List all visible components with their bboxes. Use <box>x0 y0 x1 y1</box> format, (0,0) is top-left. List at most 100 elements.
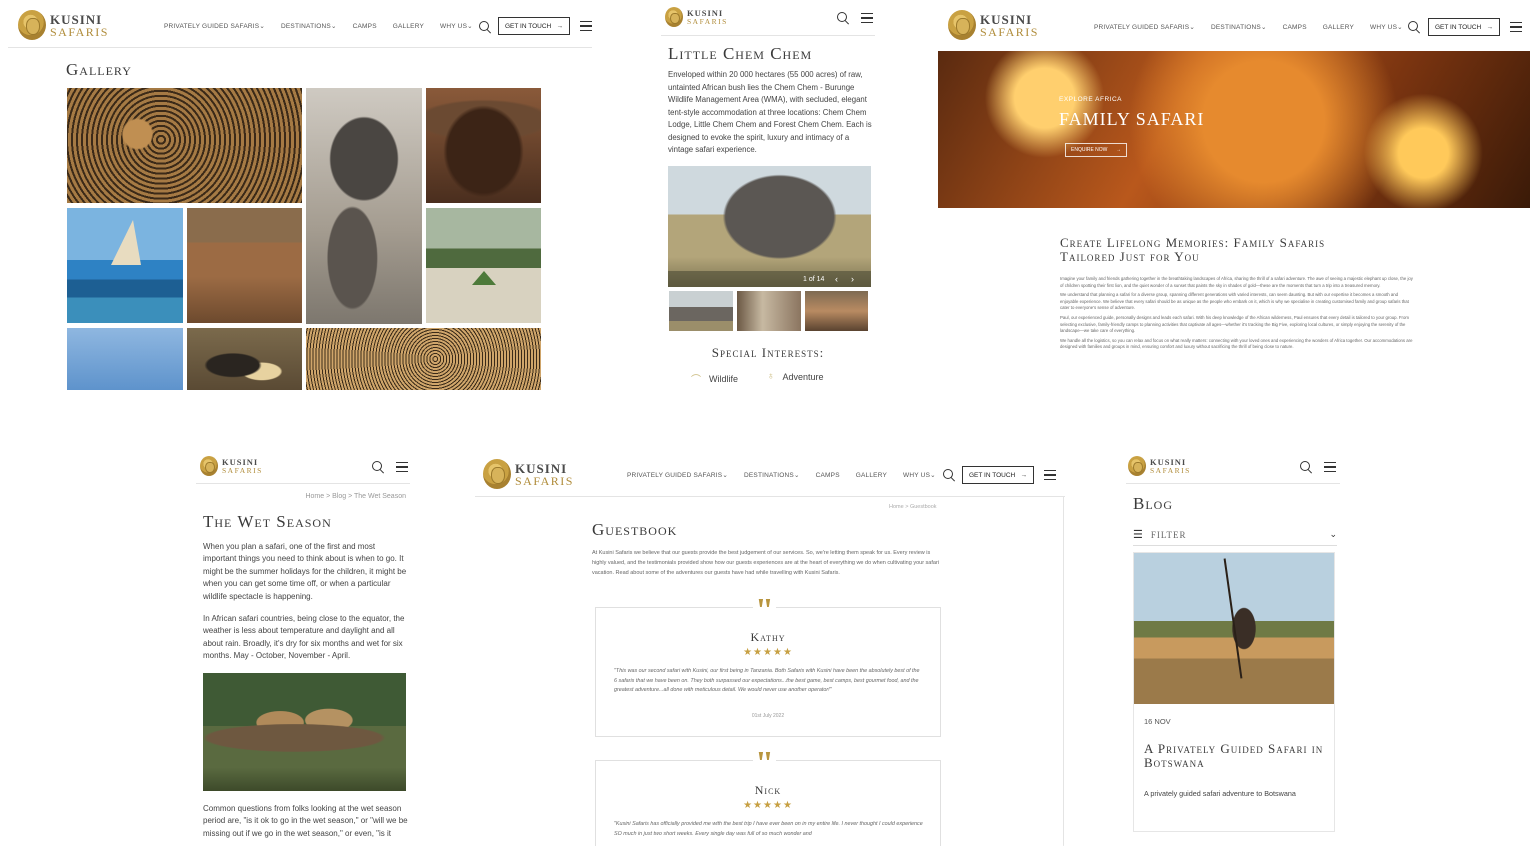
guestbook-panel: KUSINI SAFARIS PRIVATELY GUIDED SAFARIS⌄… <box>467 450 1070 846</box>
gallery-photo-dhow[interactable] <box>67 208 183 323</box>
lion-logo-icon <box>483 459 511 489</box>
quote-icon: " <box>753 592 776 629</box>
nav-item-why-us[interactable]: WHY US⌄ <box>440 22 473 30</box>
search-icon[interactable] <box>1408 21 1420 33</box>
page-title: Guestbook <box>592 520 678 539</box>
hero-kicker: EXPLORE AFRICA <box>1059 96 1122 103</box>
arrow-right-icon: → <box>556 22 564 30</box>
nav-item-gallery[interactable]: GALLERY <box>856 472 887 479</box>
arrow-right-icon: → <box>1116 147 1121 153</box>
star-rating: ★★★★★ <box>743 647 793 658</box>
gallery-panel: KUSINI SAFARIS PRIVATELY GUIDED SAFARIS⌄… <box>0 0 600 396</box>
filter-label: FILTER <box>1150 529 1187 540</box>
family-paragraph: We handle all the logistics, so you can … <box>1060 337 1413 350</box>
camp-photo-slider[interactable]: 1 of 14 ‹ › <box>668 166 871 287</box>
header-divider <box>1126 483 1340 484</box>
article-paragraph: Common questions from folks looking at t… <box>203 804 408 838</box>
nav-item-camps[interactable]: CAMPS <box>816 472 840 479</box>
search-icon[interactable] <box>1300 461 1312 473</box>
blog-card[interactable]: 16 NOV A Privately Guided Safari in Bots… <box>1133 552 1335 832</box>
header-divider <box>475 496 1065 497</box>
wet-season-panel: KUSINI SAFARIS Home > Blog > The Wet Sea… <box>190 450 416 846</box>
nav-item-camps[interactable]: CAMPS <box>1283 24 1307 31</box>
camp-thumb-3[interactable] <box>805 291 868 331</box>
blog-panel: KUSINI SAFARIS Blog ☰ FILTER ⌄ 16 NOV A … <box>1120 450 1346 846</box>
camp-panel: KUSINI SAFARIS Little Chem Chem Envelope… <box>655 0 881 396</box>
article-paragraph: When you plan a safari, one of the first… <box>203 542 407 601</box>
brand-sub: SAFARIS <box>1150 465 1191 475</box>
header-divider <box>8 47 592 48</box>
menu-icon[interactable] <box>1510 22 1522 32</box>
brand-logo[interactable]: KUSINI SAFARIS <box>483 459 574 489</box>
header-divider <box>661 35 875 36</box>
review-card: " Nick ★★★★★ "Kusini Safaris has officia… <box>595 747 941 846</box>
nav-item-destinations[interactable]: DESTINATIONS⌄ <box>1211 23 1267 31</box>
gallery-photo-elephant[interactable] <box>306 88 422 324</box>
menu-icon[interactable] <box>1324 462 1336 472</box>
gallery-photo-leopard[interactable] <box>67 88 302 203</box>
nav-item-safaris[interactable]: PRIVATELY GUIDED SAFARIS⌄ <box>164 22 265 30</box>
brand-logo[interactable]: KUSINI SAFARIS <box>200 456 263 476</box>
family-body: Imagine your family and friends gatherin… <box>1060 276 1416 351</box>
quote-icon: " <box>753 745 776 782</box>
gallery-photo-cheetah[interactable] <box>306 328 541 390</box>
menu-icon[interactable] <box>1044 470 1056 480</box>
interest-adventure[interactable]: ♁ Adventure <box>767 371 824 382</box>
brand-logo[interactable]: KUSINI SAFARIS <box>665 7 728 27</box>
menu-icon[interactable] <box>580 21 592 31</box>
nav-item-destinations[interactable]: DESTINATIONS⌄ <box>744 471 800 479</box>
nav-item-gallery[interactable]: GALLERY <box>393 23 424 30</box>
nav-item-safaris[interactable]: PRIVATELY GUIDED SAFARIS⌄ <box>1094 23 1195 31</box>
wildlife-icon: ⌒ <box>691 375 701 386</box>
blog-card-image <box>1134 553 1334 704</box>
filter-icon: ☰ <box>1133 529 1143 541</box>
slider-next-icon[interactable]: › <box>851 274 854 284</box>
reviewer-name: Nick <box>754 783 782 797</box>
brand-logo[interactable]: KUSINI SAFARIS <box>1128 456 1191 476</box>
gallery-photo-camp[interactable] <box>426 208 541 323</box>
gallery-photo-wild-dogs[interactable] <box>187 328 302 390</box>
nav-item-safaris[interactable]: PRIVATELY GUIDED SAFARIS⌄ <box>627 471 728 479</box>
search-icon[interactable] <box>479 21 491 33</box>
nav-item-destinations[interactable]: DESTINATIONS⌄ <box>281 22 337 30</box>
brand-logo[interactable]: KUSINI SAFARIS <box>18 10 109 40</box>
enquire-now-button[interactable]: ENQUIRE NOW → <box>1065 143 1127 157</box>
menu-icon[interactable] <box>861 13 873 23</box>
family-paragraph: We understand that planning a safari for… <box>1060 292 1409 311</box>
gallery-photo-buffalo[interactable] <box>426 88 541 203</box>
lion-logo-icon <box>665 7 683 27</box>
nav-item-why-us[interactable]: WHY US⌄ <box>1370 23 1403 31</box>
nav-item-camps[interactable]: CAMPS <box>353 23 377 30</box>
brand-sub: SAFARIS <box>50 24 109 39</box>
article-paragraph: In African safari countries, being close… <box>203 614 405 661</box>
search-icon[interactable] <box>372 461 384 473</box>
brand-name: KUSINI <box>980 11 1033 27</box>
breadcrumb[interactable]: Home > Blog > The Wet Season <box>305 493 406 500</box>
balloon-icon: ♁ <box>767 371 775 382</box>
breadcrumb[interactable]: Home > Guestbook <box>889 504 937 510</box>
brand-sub: SAFARIS <box>980 24 1039 39</box>
gallery-photo-sky[interactable] <box>67 328 183 390</box>
review-date: 01st July 2022 <box>751 713 785 719</box>
family-paragraph: Imagine your family and friends gatherin… <box>1060 276 1413 288</box>
menu-icon[interactable] <box>396 462 408 472</box>
section-heading: Create Lifelong Memories: Family Safaris… <box>1060 235 1326 264</box>
camp-thumb-1[interactable] <box>669 291 733 331</box>
nav-item-gallery[interactable]: GALLERY <box>1323 24 1354 31</box>
review-text: "Kusini Safaris has officially provided … <box>614 821 923 837</box>
interest-wildlife[interactable]: ⌒ Wildlife <box>691 371 738 387</box>
get-in-touch-button[interactable]: GET IN TOUCH → <box>962 466 1034 484</box>
gallery-photo-plains[interactable] <box>187 208 302 323</box>
search-icon[interactable] <box>837 12 849 24</box>
camp-thumb-2[interactable] <box>737 291 801 331</box>
get-in-touch-button[interactable]: GET IN TOUCH → <box>498 17 570 35</box>
brand-sub: SAFARIS <box>515 473 574 488</box>
search-icon[interactable] <box>943 469 955 481</box>
review-card: " Kathy ★★★★★ "This was our second safar… <box>595 594 941 737</box>
slider-prev-icon[interactable]: ‹ <box>835 274 838 284</box>
get-in-touch-button[interactable]: GET IN TOUCH → <box>1428 18 1500 36</box>
filter-dropdown[interactable]: ☰ FILTER ⌄ <box>1133 524 1337 546</box>
brand-logo[interactable]: KUSINI SAFARIS <box>948 10 1039 40</box>
main-nav: PRIVATELY GUIDED SAFARIS⌄ DESTINATIONS⌄ … <box>164 22 489 31</box>
nav-item-why-us[interactable]: WHY US⌄ <box>903 471 936 479</box>
